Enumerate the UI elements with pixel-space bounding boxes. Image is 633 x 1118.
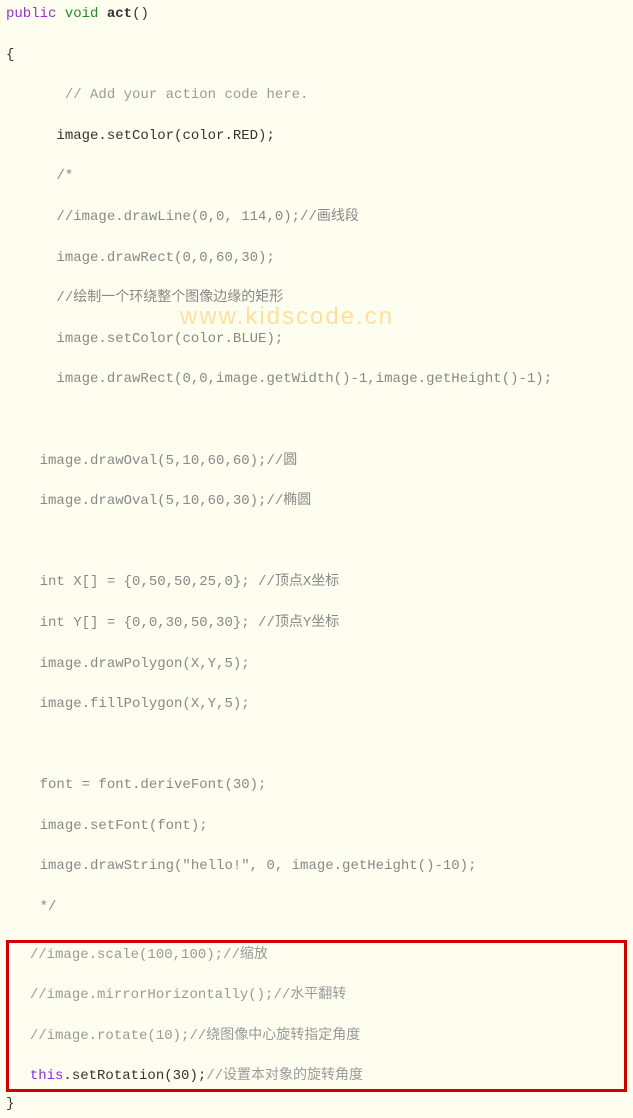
highlight-box: //image.scale(100,100);//缩放 //image.mirr…	[6, 940, 627, 1092]
stmt: .setRotation(30);	[63, 1068, 206, 1084]
comment-line: // Add your action code here.	[6, 85, 627, 105]
stmt: image.drawOval(5,10,60,60);//圆	[40, 453, 298, 469]
method-declaration: public void act()	[6, 4, 627, 24]
blank-line	[6, 532, 627, 552]
commented-line: //image.mirrorHorizontally();//水平翻转	[13, 985, 620, 1005]
stmt: image.setFont(font);	[40, 818, 208, 834]
commented-line: font = font.deriveFont(30);	[6, 775, 627, 795]
stmt: //image.rotate(10);//绕图像中心旋转指定角度	[30, 1028, 360, 1044]
stmt: image.drawString("hello!", 0, image.getH…	[40, 858, 477, 874]
stmt: image.setColor(color.BLUE);	[56, 331, 283, 347]
inline-comment: //设置本对象的旋转角度	[206, 1068, 363, 1084]
commented-line: image.fillPolygon(X,Y,5);	[6, 694, 627, 714]
code-pre: public void act() { // Add your action c…	[6, 4, 627, 938]
commented-line: image.drawOval(5,10,60,60);//圆	[6, 451, 627, 471]
commented-line: image.drawPolygon(X,Y,5);	[6, 654, 627, 674]
stmt: X[] = {0,50,50,25,0}; //顶点X坐标	[65, 574, 339, 590]
stmt: //绘制一个环绕整个图像边缘的矩形	[56, 290, 283, 306]
block-comment-end: */	[6, 897, 627, 917]
kw-int: int	[40, 574, 65, 590]
code-line: this.setRotation(30);//设置本对象的旋转角度	[13, 1066, 620, 1086]
commented-line: int Y[] = {0,0,30,50,30}; //顶点Y坐标	[6, 613, 627, 633]
code-line: image.setColor(color.RED);	[6, 126, 627, 146]
stmt: image.fillPolygon(X,Y,5);	[40, 696, 250, 712]
blank-line	[6, 735, 627, 755]
paren: ()	[132, 6, 149, 22]
comment-close: */	[40, 899, 57, 915]
highlight-code: //image.scale(100,100);//缩放 //image.mirr…	[13, 945, 620, 1087]
stmt: Y[] = {0,0,30,50,30}; //顶点Y坐标	[65, 615, 339, 631]
stmt: image.drawRect(0,0,60,30);	[56, 250, 274, 266]
stmt: image.drawRect(0,0,image.getWidth()-1,im…	[56, 371, 552, 387]
comment-open: /*	[56, 168, 73, 184]
stmt: font = font.deriveFont(30);	[40, 777, 267, 793]
comment-text: // Add your action code here.	[65, 87, 309, 103]
block-comment-start: /*	[6, 166, 627, 186]
commented-line: image.drawString("hello!", 0, image.getH…	[6, 856, 627, 876]
stmt: image.drawPolygon(X,Y,5);	[40, 656, 250, 672]
commented-line: image.drawRect(0,0,60,30);	[6, 248, 627, 268]
commented-line: image.drawRect(0,0,image.getWidth()-1,im…	[6, 369, 627, 389]
stmt: //image.mirrorHorizontally();//水平翻转	[30, 987, 346, 1003]
stmt: //image.scale(100,100);//缩放	[30, 947, 268, 963]
commented-line: //image.rotate(10);//绕图像中心旋转指定角度	[13, 1026, 620, 1046]
commented-line: int X[] = {0,50,50,25,0}; //顶点X坐标	[6, 572, 627, 592]
commented-line: image.drawOval(5,10,60,30);//椭圆	[6, 491, 627, 511]
stmt: //image.drawLine(0,0, 114,0);//画线段	[56, 209, 358, 225]
commented-line: //绘制一个环绕整个图像边缘的矩形	[6, 288, 627, 308]
brace-open: {	[6, 45, 627, 65]
closing: }	[6, 1094, 627, 1114]
kw-int: int	[40, 615, 65, 631]
commented-line: image.setFont(font);	[6, 816, 627, 836]
brace-close: }	[6, 1094, 627, 1114]
keyword-void: void	[65, 6, 99, 22]
method-name: act	[107, 6, 132, 22]
stmt: image.setColor(color.RED);	[56, 128, 274, 144]
blank-line	[6, 410, 627, 430]
stmt: image.drawOval(5,10,60,30);//椭圆	[40, 493, 312, 509]
commented-line: //image.drawLine(0,0, 114,0);//画线段	[6, 207, 627, 227]
keyword-this: this	[30, 1068, 64, 1084]
commented-line: image.setColor(color.BLUE);	[6, 329, 627, 349]
keyword-public: public	[6, 6, 56, 22]
commented-line: //image.scale(100,100);//缩放	[13, 945, 620, 965]
code-block: public void act() { // Add your action c…	[0, 0, 633, 1118]
